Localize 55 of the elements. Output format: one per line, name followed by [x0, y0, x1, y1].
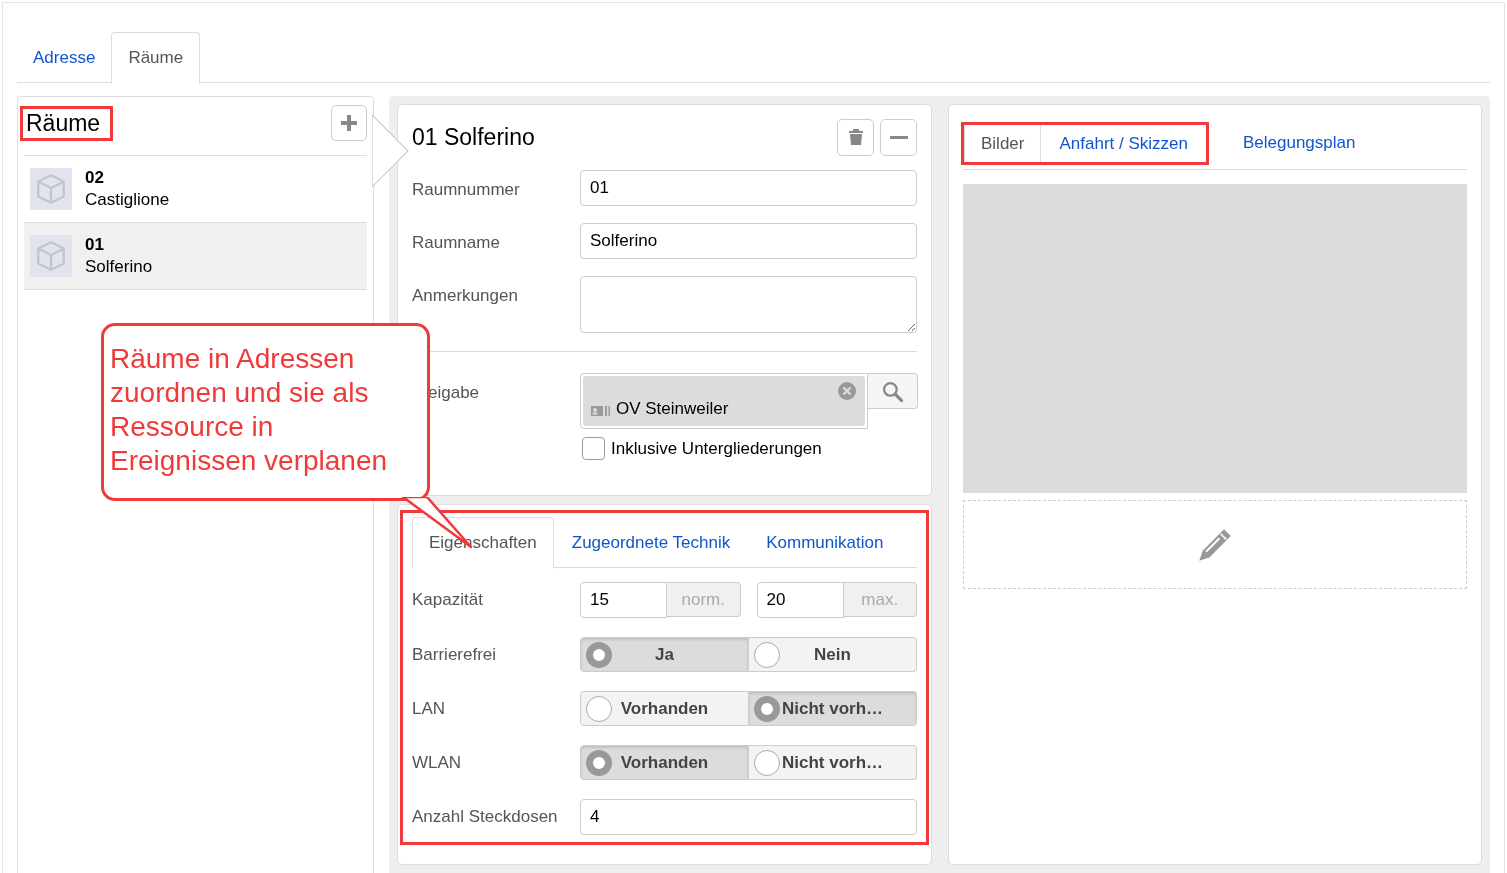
radio-option[interactable]: Nein: [749, 637, 917, 672]
tab[interactable]: Räume: [111, 32, 201, 84]
input-field[interactable]: 01: [580, 170, 917, 206]
radio-option[interactable]: Nicht vorh…: [749, 745, 917, 780]
field-label: LAN: [412, 697, 447, 720]
field-label: eigabe: [427, 382, 481, 404]
radio-icon: [586, 750, 612, 776]
radio-option[interactable]: Vorhanden: [580, 745, 749, 780]
radio-icon: [754, 750, 780, 776]
field-label: Anmerkungen: [412, 285, 519, 307]
contact-card-icon: [591, 405, 610, 417]
callout-bubble: Räume in Adressen zuordnen und sie als Ressource in Ereignissen verplanen: [101, 323, 430, 501]
input-field[interactable]: 15: [580, 582, 667, 618]
room-list-item[interactable]: 01 Solferino: [24, 223, 367, 290]
checkbox[interactable]: [582, 437, 605, 461]
room-number: 02: [85, 167, 105, 189]
remove-icon[interactable]: [838, 382, 856, 400]
minus-icon: [889, 135, 908, 139]
field-label: Kapazität: [412, 589, 484, 612]
radio-option[interactable]: Ja: [580, 637, 749, 672]
radio-icon: [586, 642, 612, 668]
input-field[interactable]: 4: [580, 799, 917, 835]
radio-icon: [754, 642, 780, 668]
input-field[interactable]: Solferino: [580, 223, 917, 259]
tab[interactable]: Adresse: [17, 32, 112, 83]
tab[interactable]: Bilder: [964, 125, 1042, 162]
delete-button[interactable]: [837, 118, 874, 156]
field-label: Barrierefrei: [412, 643, 498, 666]
unit-label: norm.: [667, 582, 741, 617]
room-number: 01: [85, 234, 105, 256]
tab[interactable]: Belegungsplan: [1225, 121, 1374, 165]
radio-option[interactable]: Vorhanden: [580, 691, 749, 726]
radio-icon: [754, 696, 780, 722]
plus-icon: [339, 113, 359, 133]
field-label: Raumnummer: [412, 179, 521, 201]
room-name: Castiglione: [85, 189, 170, 211]
field-label: Anzahl Steckdosen: [412, 806, 559, 829]
room-name: Solferino: [85, 256, 153, 278]
panel-title: Räume: [20, 105, 114, 141]
radio-icon: [586, 696, 612, 722]
tab[interactable]: Zugeordnete Technik: [553, 517, 749, 568]
card-title: 01 Solferino: [412, 122, 535, 152]
input-field[interactable]: 20: [756, 582, 844, 618]
checkbox-label: Inklusive Untergliederungen: [611, 438, 822, 460]
radio-option[interactable]: Nicht vorh…: [749, 691, 917, 726]
tab[interactable]: Anfahrt / Skizzen: [1041, 125, 1206, 162]
unit-label: max.: [843, 582, 917, 617]
search-icon: [882, 380, 903, 402]
search-button[interactable]: [868, 373, 918, 409]
tab[interactable]: Kommunikation: [748, 517, 902, 568]
collapse-button[interactable]: [880, 118, 917, 156]
field-label: WLAN: [412, 751, 463, 774]
trash-icon: [846, 127, 865, 147]
add-button[interactable]: [331, 105, 367, 141]
field-label: Raumname: [412, 232, 501, 254]
